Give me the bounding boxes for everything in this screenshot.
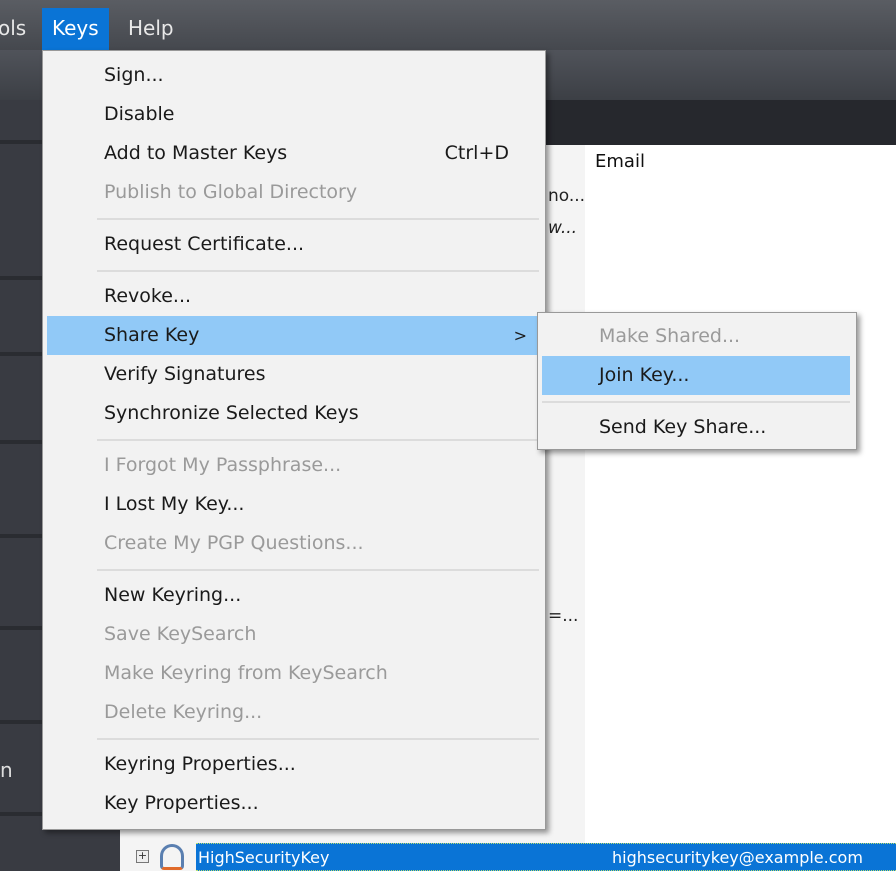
email-column-header[interactable]: Email: [595, 151, 645, 172]
key-email: highsecuritykey@example.com: [612, 848, 863, 867]
share-key-submenu: Make Shared... Join Key... Send Key Shar…: [537, 312, 857, 450]
truncated-cell: =...: [548, 606, 579, 626]
menu-keys[interactable]: Keys: [42, 8, 109, 50]
menu-item-make-keyring[interactable]: Make Keyring from KeySearch: [43, 654, 545, 693]
menu-separator: [43, 212, 545, 225]
shortcut: Ctrl+D: [444, 142, 509, 164]
menu-help[interactable]: Help: [118, 8, 184, 50]
menu-item-new-keyring[interactable]: New Keyring...: [43, 576, 545, 615]
menu-item-share-key[interactable]: Share Key >: [47, 316, 537, 355]
menu-item-verify-signatures[interactable]: Verify Signatures: [43, 355, 545, 394]
menu-bar: ols Keys Help: [0, 0, 896, 50]
menu-item-sign[interactable]: Sign...: [43, 56, 545, 95]
menu-item-create-questions[interactable]: Create My PGP Questions...: [43, 524, 545, 563]
menu-item-request-certificate[interactable]: Request Certificate...: [43, 225, 545, 264]
menu-separator: [43, 433, 545, 446]
menu-item-lost-key[interactable]: I Lost My Key...: [43, 485, 545, 524]
menu-item-forgot-passphrase[interactable]: I Forgot My Passphrase...: [43, 446, 545, 485]
menu-item-save-keysearch[interactable]: Save KeySearch: [43, 615, 545, 654]
truncated-cell: no...: [548, 186, 586, 206]
menu-item-add-to-master-keys[interactable]: Add to Master Keys Ctrl+D: [43, 134, 545, 173]
email-column: Email: [585, 145, 896, 845]
menu-separator: [43, 563, 545, 576]
menu-tools[interactable]: ols: [0, 8, 36, 50]
sidebar-item-label[interactable]: n: [0, 758, 13, 782]
menu-separator: [538, 395, 856, 408]
menu-separator: [43, 732, 545, 745]
menu-item-publish[interactable]: Publish to Global Directory: [43, 173, 545, 212]
menu-item-delete-keyring[interactable]: Delete Keyring...: [43, 693, 545, 732]
menu-item-key-properties[interactable]: Key Properties...: [43, 784, 545, 823]
menu-item-keyring-properties[interactable]: Keyring Properties...: [43, 745, 545, 784]
expand-icon[interactable]: +: [136, 850, 149, 863]
menu-item-disable[interactable]: Disable: [43, 95, 545, 134]
menu-item-revoke[interactable]: Revoke...: [43, 277, 545, 316]
keys-menu: Sign... Disable Add to Master Keys Ctrl+D…: [42, 50, 546, 830]
table-row[interactable]: [0, 871, 896, 893]
menu-item-join-key[interactable]: Join Key...: [542, 356, 850, 395]
menu-item-send-key-share[interactable]: Send Key Share...: [538, 408, 856, 447]
menu-item-make-shared[interactable]: Make Shared...: [538, 317, 856, 356]
chevron-right-icon: >: [513, 326, 527, 345]
table-row[interactable]: HighSecurityKey highsecuritykey@example.…: [196, 843, 896, 871]
key-name: HighSecurityKey: [198, 848, 330, 867]
truncated-cell: w...: [548, 218, 578, 238]
key-icon: [160, 844, 184, 870]
menu-item-synchronize[interactable]: Synchronize Selected Keys: [43, 394, 545, 433]
menu-separator: [43, 264, 545, 277]
